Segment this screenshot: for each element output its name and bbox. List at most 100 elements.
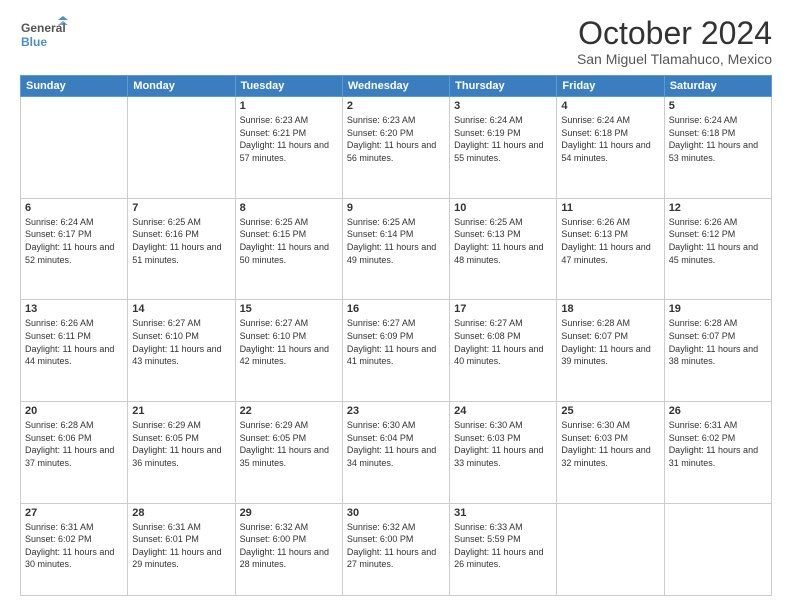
calendar-table: Sunday Monday Tuesday Wednesday Thursday… [20,75,772,596]
header-tuesday: Tuesday [235,76,342,97]
day-info: Sunrise: 6:32 AM Sunset: 6:00 PM Dayligh… [347,521,445,571]
table-row: 14 Sunrise: 6:27 AM Sunset: 6:10 PM Dayli… [128,300,235,402]
day-info: Sunrise: 6:25 AM Sunset: 6:13 PM Dayligh… [454,216,552,266]
day-info: Sunrise: 6:25 AM Sunset: 6:15 PM Dayligh… [240,216,338,266]
table-row: 24 Sunrise: 6:30 AM Sunset: 6:03 PM Dayli… [450,402,557,504]
day-number: 1 [240,100,338,112]
day-number: 20 [25,405,123,417]
day-info: Sunrise: 6:24 AM Sunset: 6:18 PM Dayligh… [561,114,659,164]
day-info: Sunrise: 6:26 AM Sunset: 6:11 PM Dayligh… [25,317,123,367]
day-info: Sunrise: 6:28 AM Sunset: 6:07 PM Dayligh… [561,317,659,367]
table-row: 15 Sunrise: 6:27 AM Sunset: 6:10 PM Dayli… [235,300,342,402]
day-info: Sunrise: 6:31 AM Sunset: 6:02 PM Dayligh… [25,521,123,571]
day-number: 23 [347,405,445,417]
day-number: 6 [25,202,123,214]
table-row: 2Sunrise: 6:23 AM Sunset: 6:20 PM Daylig… [342,97,449,199]
header-sunday: Sunday [21,76,128,97]
day-info: Sunrise: 6:24 AM Sunset: 6:18 PM Dayligh… [669,114,767,164]
table-row: 13 Sunrise: 6:26 AM Sunset: 6:11 PM Dayli… [21,300,128,402]
logo-svg: General Blue [20,16,90,56]
day-number: 5 [669,100,767,112]
title-block: October 2024 San Miguel Tlamahuco, Mexic… [577,16,772,67]
header-friday: Friday [557,76,664,97]
header-wednesday: Wednesday [342,76,449,97]
day-info: Sunrise: 6:23 AM Sunset: 6:21 PM Dayligh… [240,114,338,164]
day-info: Sunrise: 6:30 AM Sunset: 6:03 PM Dayligh… [454,419,552,469]
table-row [128,97,235,199]
table-row: 7Sunrise: 6:25 AM Sunset: 6:16 PM Daylig… [128,198,235,300]
day-info: Sunrise: 6:31 AM Sunset: 6:02 PM Dayligh… [669,419,767,469]
day-number: 27 [25,507,123,519]
day-number: 17 [454,303,552,315]
calendar-week-row: 20 Sunrise: 6:28 AM Sunset: 6:06 PM Dayli… [21,402,772,504]
day-number: 7 [132,202,230,214]
day-info: Sunrise: 6:24 AM Sunset: 6:19 PM Dayligh… [454,114,552,164]
table-row: 26 Sunrise: 6:31 AM Sunset: 6:02 PM Dayli… [664,402,771,504]
table-row: 3 Sunrise: 6:24 AM Sunset: 6:19 PM Daylig… [450,97,557,199]
day-info: Sunrise: 6:27 AM Sunset: 6:10 PM Dayligh… [240,317,338,367]
day-number: 25 [561,405,659,417]
day-info: Sunrise: 6:29 AM Sunset: 6:05 PM Dayligh… [132,419,230,469]
day-number: 14 [132,303,230,315]
calendar-header-row: Sunday Monday Tuesday Wednesday Thursday… [21,76,772,97]
table-row: 30 Sunrise: 6:32 AM Sunset: 6:00 PM Dayli… [342,503,449,595]
day-number: 26 [669,405,767,417]
header: General Blue October 2024 San Miguel Tla… [20,16,772,67]
table-row: 10 Sunrise: 6:25 AM Sunset: 6:13 PM Dayli… [450,198,557,300]
day-number: 8 [240,202,338,214]
table-row: 20 Sunrise: 6:28 AM Sunset: 6:06 PM Dayli… [21,402,128,504]
day-info: Sunrise: 6:28 AM Sunset: 6:06 PM Dayligh… [25,419,123,469]
day-info: Sunrise: 6:33 AM Sunset: 5:59 PM Dayligh… [454,521,552,571]
table-row: 19Sunrise: 6:28 AM Sunset: 6:07 PM Dayli… [664,300,771,402]
table-row: 28 Sunrise: 6:31 AM Sunset: 6:01 PM Dayli… [128,503,235,595]
table-row: 29 Sunrise: 6:32 AM Sunset: 6:00 PM Dayli… [235,503,342,595]
table-row [664,503,771,595]
table-row: 12Sunrise: 6:26 AM Sunset: 6:12 PM Dayli… [664,198,771,300]
day-info: Sunrise: 6:32 AM Sunset: 6:00 PM Dayligh… [240,521,338,571]
day-number: 12 [669,202,767,214]
day-info: Sunrise: 6:24 AM Sunset: 6:17 PM Dayligh… [25,216,123,266]
table-row: 22 Sunrise: 6:29 AM Sunset: 6:05 PM Dayli… [235,402,342,504]
day-number: 16 [347,303,445,315]
table-row: 18Sunrise: 6:28 AM Sunset: 6:07 PM Dayli… [557,300,664,402]
header-thursday: Thursday [450,76,557,97]
calendar-week-row: 13 Sunrise: 6:26 AM Sunset: 6:11 PM Dayli… [21,300,772,402]
day-number: 22 [240,405,338,417]
day-number: 3 [454,100,552,112]
day-info: Sunrise: 6:30 AM Sunset: 6:04 PM Dayligh… [347,419,445,469]
day-info: Sunrise: 6:31 AM Sunset: 6:01 PM Dayligh… [132,521,230,571]
calendar-week-row: 27 Sunrise: 6:31 AM Sunset: 6:02 PM Dayli… [21,503,772,595]
day-info: Sunrise: 6:29 AM Sunset: 6:05 PM Dayligh… [240,419,338,469]
header-monday: Monday [128,76,235,97]
calendar-title: October 2024 [577,16,772,51]
day-number: 19 [669,303,767,315]
day-number: 28 [132,507,230,519]
table-row: 23 Sunrise: 6:30 AM Sunset: 6:04 PM Dayli… [342,402,449,504]
day-number: 29 [240,507,338,519]
day-number: 13 [25,303,123,315]
day-number: 30 [347,507,445,519]
day-number: 24 [454,405,552,417]
day-info: Sunrise: 6:30 AM Sunset: 6:03 PM Dayligh… [561,419,659,469]
table-row: 8 Sunrise: 6:25 AM Sunset: 6:15 PM Daylig… [235,198,342,300]
day-number: 4 [561,100,659,112]
logo: General Blue [20,16,90,56]
day-info: Sunrise: 6:25 AM Sunset: 6:14 PM Dayligh… [347,216,445,266]
day-info: Sunrise: 6:23 AM Sunset: 6:20 PM Dayligh… [347,114,445,164]
day-number: 11 [561,202,659,214]
calendar-week-row: 6 Sunrise: 6:24 AM Sunset: 6:17 PM Daylig… [21,198,772,300]
table-row: 25 Sunrise: 6:30 AM Sunset: 6:03 PM Dayli… [557,402,664,504]
table-row: 31Sunrise: 6:33 AM Sunset: 5:59 PM Dayli… [450,503,557,595]
table-row: 11 Sunrise: 6:26 AM Sunset: 6:13 PM Dayli… [557,198,664,300]
table-row: 9Sunrise: 6:25 AM Sunset: 6:14 PM Daylig… [342,198,449,300]
day-info: Sunrise: 6:26 AM Sunset: 6:13 PM Dayligh… [561,216,659,266]
day-number: 15 [240,303,338,315]
calendar-subtitle: San Miguel Tlamahuco, Mexico [577,51,772,67]
table-row: 5 Sunrise: 6:24 AM Sunset: 6:18 PM Daylig… [664,97,771,199]
svg-text:Blue: Blue [21,35,47,49]
day-info: Sunrise: 6:27 AM Sunset: 6:10 PM Dayligh… [132,317,230,367]
svg-text:General: General [21,21,66,35]
day-number: 10 [454,202,552,214]
table-row [557,503,664,595]
table-row: 21Sunrise: 6:29 AM Sunset: 6:05 PM Dayli… [128,402,235,504]
